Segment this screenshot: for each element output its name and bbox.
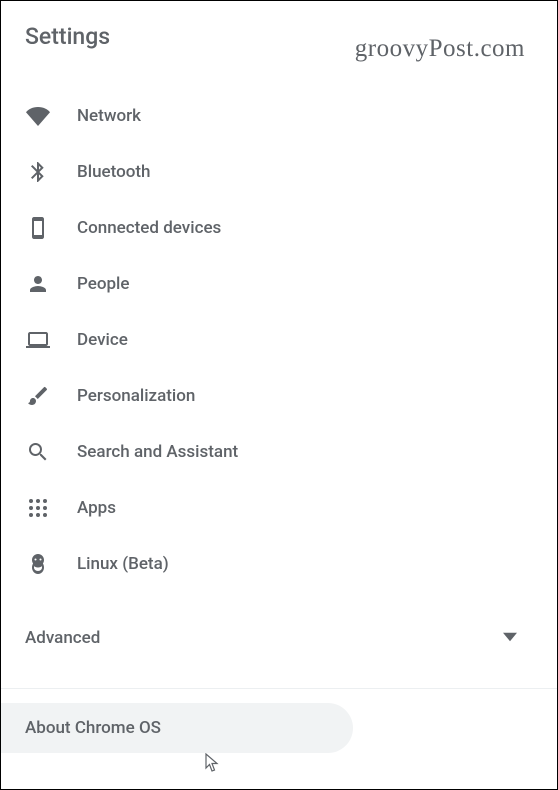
wifi-icon (25, 103, 51, 129)
nav-item-network[interactable]: Network (1, 88, 557, 144)
brush-icon (25, 383, 51, 409)
person-icon (25, 271, 51, 297)
watermark: groovyPost.com (355, 35, 525, 63)
about-label: About Chrome OS (25, 718, 161, 738)
nav-item-label: Apps (77, 498, 116, 518)
nav-item-apps[interactable]: Apps (1, 480, 557, 536)
nav-item-label: Search and Assistant (77, 442, 238, 462)
nav-item-connected-devices[interactable]: Connected devices (1, 200, 557, 256)
nav-item-label: Bluetooth (77, 162, 151, 182)
settings-nav: Network Bluetooth Connected devices Peop… (1, 60, 557, 592)
chevron-down-icon (503, 629, 517, 648)
nav-item-label: Device (77, 330, 128, 350)
mouse-cursor (205, 753, 221, 777)
nav-item-label: Connected devices (77, 218, 221, 238)
nav-item-label: Network (77, 106, 141, 126)
nav-item-search-assistant[interactable]: Search and Assistant (1, 424, 557, 480)
laptop-icon (25, 327, 51, 353)
nav-item-personalization[interactable]: Personalization (1, 368, 557, 424)
apps-grid-icon (25, 495, 51, 521)
advanced-toggle[interactable]: Advanced (1, 610, 557, 666)
nav-item-bluetooth[interactable]: Bluetooth (1, 144, 557, 200)
nav-item-about-chrome-os[interactable]: About Chrome OS (1, 703, 353, 753)
nav-item-device[interactable]: Device (1, 312, 557, 368)
nav-item-label: Linux (Beta) (77, 554, 169, 574)
search-icon (25, 439, 51, 465)
phone-icon (25, 215, 51, 241)
divider (1, 688, 557, 689)
nav-item-people[interactable]: People (1, 256, 557, 312)
nav-item-linux[interactable]: Linux (Beta) (1, 536, 557, 592)
bluetooth-icon (25, 159, 51, 185)
nav-item-label: Personalization (77, 386, 195, 406)
nav-item-label: People (77, 274, 130, 294)
linux-icon (25, 551, 51, 577)
advanced-label: Advanced (25, 628, 100, 648)
